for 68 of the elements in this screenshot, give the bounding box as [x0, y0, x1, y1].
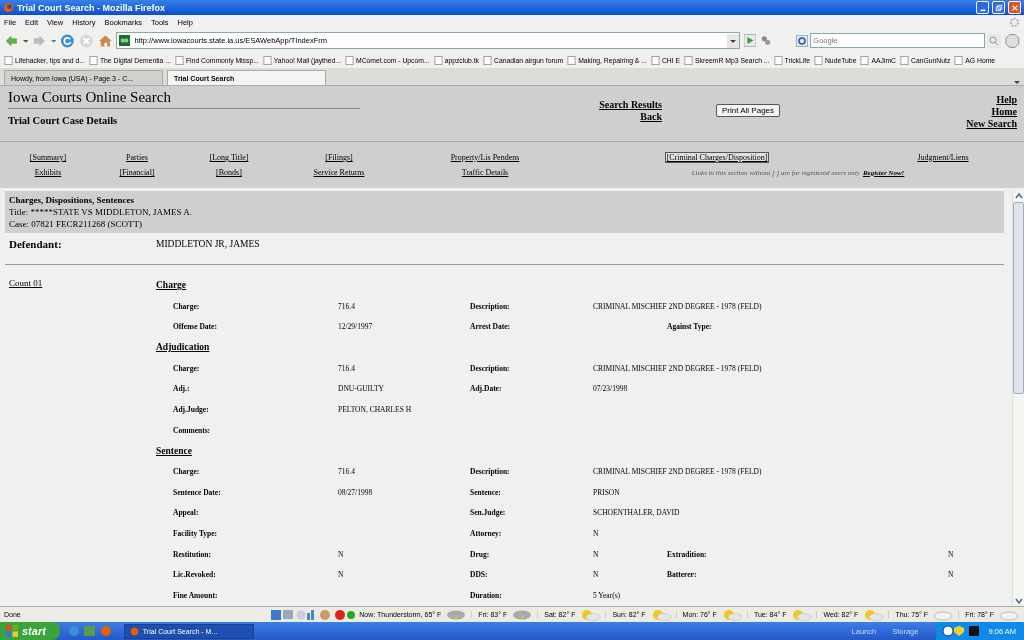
header-link[interactable]: Home — [991, 106, 1017, 118]
count-link[interactable]: Count 01 — [9, 275, 156, 606]
header-link[interactable]: Search Results — [599, 99, 662, 111]
page-icon — [483, 55, 492, 65]
page-icon — [567, 55, 577, 65]
section-heading: Sentence — [156, 445, 192, 456]
dropdown-icon[interactable] — [727, 33, 740, 48]
page-icon — [954, 55, 964, 65]
page-icon — [860, 55, 870, 65]
case-number: Case: 07821 FECR211268 (SCOTT) — [9, 218, 143, 230]
page-icon — [684, 55, 694, 65]
section-link[interactable]: Property/Lis Pendens — [449, 153, 521, 162]
section-link[interactable]: Traffic Details — [460, 168, 510, 177]
section-link[interactable]: [Filings] — [324, 153, 354, 162]
section-link[interactable]: Service Returns — [312, 168, 366, 177]
scrollbar[interactable] — [1012, 191, 1024, 606]
page-subtitle: Trial Court Case Details — [8, 115, 119, 126]
section-link[interactable]: [Criminal Charges/Disposition] — [664, 152, 770, 163]
close-icon — [1010, 3, 1019, 12]
page-icon — [262, 55, 272, 65]
reload-icon[interactable] — [60, 32, 76, 49]
restore-icon — [994, 3, 1003, 12]
page-icon — [4, 55, 13, 65]
page-icon — [88, 55, 98, 65]
firefox-icon — [129, 626, 139, 636]
scroll-down-icon[interactable] — [1013, 596, 1024, 606]
close-button[interactable] — [1008, 1, 1021, 14]
section-heading: Adjudication — [156, 342, 210, 353]
go-icon[interactable] — [744, 34, 757, 47]
scroll-up-icon[interactable] — [1013, 191, 1024, 201]
section-link[interactable]: [Summary] — [28, 153, 68, 162]
site-title: Iowa Courts Online Search — [8, 89, 360, 109]
search-icon[interactable] — [987, 33, 1002, 48]
back-dropdown-icon[interactable] — [22, 37, 29, 44]
defendant-label: Defendant: — [9, 238, 63, 250]
windows-flag-icon — [6, 625, 18, 637]
section-link[interactable]: [Long Title] — [208, 153, 250, 162]
restore-button[interactable] — [992, 1, 1005, 14]
section-link[interactable]: Exhibits — [33, 168, 63, 177]
page-icon — [650, 55, 660, 65]
forward-dropdown-icon[interactable] — [50, 37, 57, 44]
page-icon — [344, 55, 354, 65]
minimize-button[interactable] — [976, 1, 989, 14]
section-heading: Charge — [156, 280, 187, 291]
page-icon — [900, 55, 909, 65]
tab-list-icon[interactable] — [1014, 79, 1020, 85]
page-icon — [813, 55, 823, 65]
defendant-name: MIDDLETON JR, JAMES — [156, 239, 260, 249]
header-link[interactable]: Back — [640, 111, 662, 123]
header-link[interactable]: Help — [996, 94, 1017, 106]
site-favicon — [119, 35, 131, 46]
search-engine-icon[interactable] — [796, 34, 809, 47]
case-title: Title: *****STATE VS MIDDLETON, JAMES A. — [9, 206, 193, 218]
header-link[interactable]: New Search — [966, 118, 1017, 130]
firefox-icon — [3, 2, 14, 13]
section-link[interactable]: Judgment/Liens — [916, 153, 970, 162]
case-heading: Charges, Dispositions, Sentences — [9, 194, 135, 206]
page-icon — [773, 55, 783, 65]
window-title: Trial Court Search - Mozilla Firefox — [17, 2, 166, 13]
section-link[interactable]: [Financial] — [118, 168, 156, 177]
print-button[interactable]: Print All Pages — [716, 104, 781, 117]
page-icon — [433, 55, 443, 65]
adblock-icon[interactable] — [1005, 32, 1020, 49]
section-link[interactable]: Parties — [125, 153, 149, 162]
extension-icon[interactable] — [760, 34, 773, 47]
throbber-icon — [1009, 16, 1020, 28]
page-icon — [174, 55, 184, 65]
section-link[interactable]: [Bonds] — [215, 168, 243, 177]
